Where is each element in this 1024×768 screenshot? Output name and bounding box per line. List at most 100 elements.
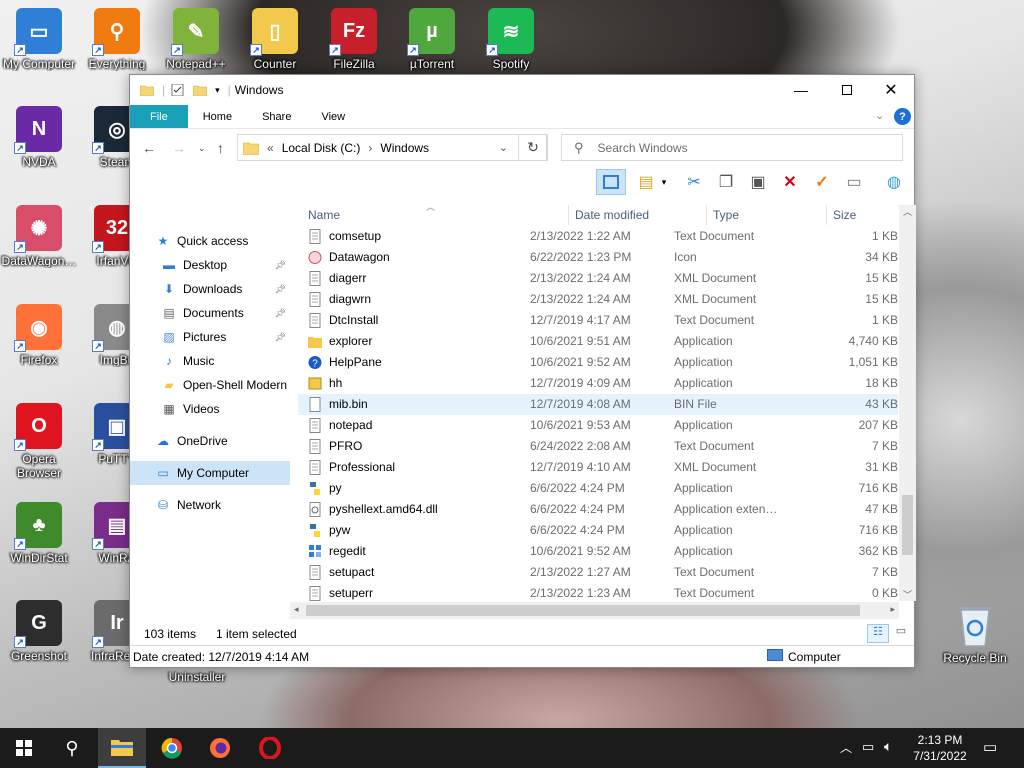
- maximize-button[interactable]: [824, 75, 870, 105]
- nav-item-onedrive[interactable]: ☁ OneDrive: [130, 429, 290, 453]
- properties-icon[interactable]: ▭: [842, 171, 866, 193]
- firefox-icon[interactable]: [196, 728, 244, 768]
- notifications-icon[interactable]: ▭: [983, 738, 997, 756]
- dropdown-icon[interactable]: ▾: [658, 171, 670, 193]
- desktop-icon-notepad[interactable]: ✎ ↗ Notepad++: [157, 8, 235, 71]
- column-size[interactable]: Size: [826, 205, 896, 225]
- help-icon[interactable]: ?: [894, 108, 911, 125]
- tab-share[interactable]: Share: [247, 105, 306, 128]
- back-button[interactable]: ←: [142, 140, 156, 156]
- close-button[interactable]: ✕: [868, 75, 914, 105]
- pin-icon[interactable]: 📌︎: [275, 332, 286, 343]
- chrome-icon[interactable]: [148, 728, 196, 768]
- desktop-icon-my-computer[interactable]: ▭ ↗ My Computer: [0, 8, 78, 71]
- chevron-right-icon[interactable]: ›: [368, 141, 372, 155]
- volume-icon[interactable]: 🔈︎: [884, 738, 892, 755]
- desktop-icon-recycle-bin[interactable]: Recycle Bin: [936, 602, 1014, 665]
- column-date-modified[interactable]: Date modified: [568, 205, 708, 225]
- nav-item-my-computer[interactable]: ▭ My Computer: [130, 461, 290, 485]
- clock[interactable]: 2:13 PM 7/31/2022: [906, 732, 974, 764]
- desktop-icon-filezilla[interactable]: Fz ↗ FileZilla: [315, 8, 393, 71]
- copy-icon[interactable]: ❐: [714, 171, 738, 193]
- horizontal-scrollbar[interactable]: ◂ ▸: [290, 602, 899, 619]
- forward-button[interactable]: →: [172, 140, 186, 156]
- nav-item-desktop[interactable]: ▬ Desktop 📌︎: [130, 253, 290, 277]
- nav-item-downloads[interactable]: ⬇ Downloads 📌︎: [130, 277, 290, 301]
- desktop-icon-spotify[interactable]: ≋ ↗ Spotify: [472, 8, 550, 71]
- breadcrumb-windows[interactable]: Windows: [380, 141, 429, 155]
- file-row[interactable]: ? HelpPane 10/6/2021 9:52 AM Application 1,0…: [298, 352, 898, 373]
- desktop-icon-datawagon[interactable]: ✺ ↗ DataWagon…: [0, 205, 78, 268]
- file-row[interactable]: mib.bin 12/7/2019 4:08 AM BIN File 43 KB: [298, 394, 898, 415]
- recent-locations-button[interactable]: ⌄: [198, 143, 206, 154]
- address-prefix[interactable]: «: [267, 141, 274, 155]
- vertical-scroll-thumb[interactable]: [902, 495, 913, 555]
- pin-icon[interactable]: 📌︎: [275, 260, 286, 271]
- file-row[interactable]: regedit 10/6/2021 9:52 AM Application 362 K…: [298, 541, 898, 562]
- desktop-icon-opera-browser[interactable]: O ↗ Opera Browser: [0, 403, 78, 480]
- scroll-right-icon[interactable]: ▸: [890, 604, 895, 615]
- file-row[interactable]: DtcInstall 12/7/2019 4:17 AM Text Document…: [298, 310, 898, 331]
- tab-home[interactable]: Home: [188, 105, 247, 128]
- windows-start-icon[interactable]: [0, 728, 48, 768]
- scroll-left-icon[interactable]: ◂: [294, 604, 299, 615]
- file-row[interactable]: comsetup 2/13/2022 1:22 AM Text Document 1 …: [298, 226, 898, 247]
- new-folder-icon[interactable]: [193, 84, 208, 96]
- file-row[interactable]: explorer 10/6/2021 9:51 AM Application 4,74…: [298, 331, 898, 352]
- nav-item-quick-access[interactable]: ★ Quick access: [130, 229, 290, 253]
- details-view-icon[interactable]: ☷: [867, 624, 889, 643]
- file-row[interactable]: pyshellext.amd64.dll 6/6/2022 4:24 PM Appl…: [298, 499, 898, 520]
- network-icon[interactable]: ▭: [862, 739, 874, 755]
- search-icon[interactable]: ⚲: [48, 728, 96, 768]
- desktop-icon-counter[interactable]: ▯ ↗ Counter: [236, 8, 314, 71]
- horizontal-scroll-thumb[interactable]: [306, 605, 860, 616]
- column-name[interactable]: Name: [308, 205, 558, 225]
- search-input[interactable]: ⚲ Search Windows: [561, 134, 903, 161]
- pin-icon[interactable]: 📌︎: [275, 284, 286, 295]
- minimize-button[interactable]: —: [778, 75, 824, 105]
- scroll-down-icon[interactable]: ﹀: [899, 588, 916, 601]
- nav-item-pictures[interactable]: ▨ Pictures 📌︎: [130, 325, 290, 349]
- new-item-icon[interactable]: ▤: [634, 171, 658, 193]
- preview-pane-icon[interactable]: [596, 169, 626, 195]
- nav-item-network[interactable]: ⛁ Network: [130, 493, 290, 517]
- file-row[interactable]: py 6/6/2022 4:24 PM Application 716 KB: [298, 478, 898, 499]
- paste-icon[interactable]: ▣: [746, 171, 770, 193]
- address-dropdown-icon[interactable]: ⌄: [499, 141, 508, 154]
- customize-quick-access-icon[interactable]: ▾: [215, 85, 220, 96]
- file-explorer-icon[interactable]: [98, 728, 146, 768]
- vertical-scrollbar[interactable]: ︿ ﹀: [899, 205, 916, 601]
- expand-ribbon-icon[interactable]: ⌄: [875, 109, 884, 122]
- pin-icon[interactable]: 📌︎: [275, 308, 286, 319]
- nav-item-videos[interactable]: ▦ Videos: [130, 397, 290, 421]
- cut-icon[interactable]: ✂: [682, 171, 706, 193]
- desktop-icon-greenshot[interactable]: G ↗ Greenshot: [0, 600, 78, 663]
- file-row[interactable]: Datawagon 6/22/2022 1:23 PM Icon 34 KB: [298, 247, 898, 268]
- opera-icon[interactable]: [246, 728, 294, 768]
- scroll-up-icon[interactable]: ︿: [899, 205, 916, 221]
- large-icons-view-icon[interactable]: ▭: [891, 624, 911, 643]
- file-row[interactable]: PFRO 6/24/2022 2:08 AM Text Document 7 KB: [298, 436, 898, 457]
- address-bar[interactable]: « Local Disk (C:) › Windows ⌄: [237, 134, 547, 161]
- delete-icon[interactable]: ✕: [778, 171, 802, 193]
- nav-item-open-shell-modern[interactable]: ▰ Open-Shell Modern: [130, 373, 290, 397]
- file-row[interactable]: diagerr 2/13/2022 1:24 AM XML Document 15 K…: [298, 268, 898, 289]
- file-row[interactable]: Professional 12/7/2019 4:10 AM XML Documen…: [298, 457, 898, 478]
- globe-icon[interactable]: ◍: [882, 171, 906, 193]
- nav-item-music[interactable]: ♪ Music: [130, 349, 290, 373]
- nav-item-documents[interactable]: ▤ Documents 📌︎: [130, 301, 290, 325]
- file-row[interactable]: hh 12/7/2019 4:09 AM Application 18 KB: [298, 373, 898, 394]
- column-type[interactable]: Type: [706, 205, 826, 225]
- desktop-icon-everything[interactable]: ⚲ ↗ Everything: [78, 8, 156, 71]
- tab-file[interactable]: File: [130, 105, 188, 128]
- file-row[interactable]: pyw 6/6/2022 4:24 PM Application 716 KB: [298, 520, 898, 541]
- show-hidden-icons-icon[interactable]: ︿: [840, 739, 852, 756]
- refresh-button[interactable]: ↻: [518, 134, 548, 161]
- file-row[interactable]: setupact 2/13/2022 1:27 AM Text Document 7 …: [298, 562, 898, 583]
- file-row[interactable]: notepad 10/6/2021 9:53 AM Application 207 K…: [298, 415, 898, 436]
- desktop-icon-firefox[interactable]: ◉ ↗ Firefox: [0, 304, 78, 367]
- desktop-icon-nvda[interactable]: N ↗ NVDA: [0, 106, 78, 169]
- desktop-icon-windirstat[interactable]: ♣ ↗ WinDirStat: [0, 502, 78, 565]
- up-button[interactable]: ↑: [217, 140, 224, 156]
- tab-view[interactable]: View: [306, 105, 360, 128]
